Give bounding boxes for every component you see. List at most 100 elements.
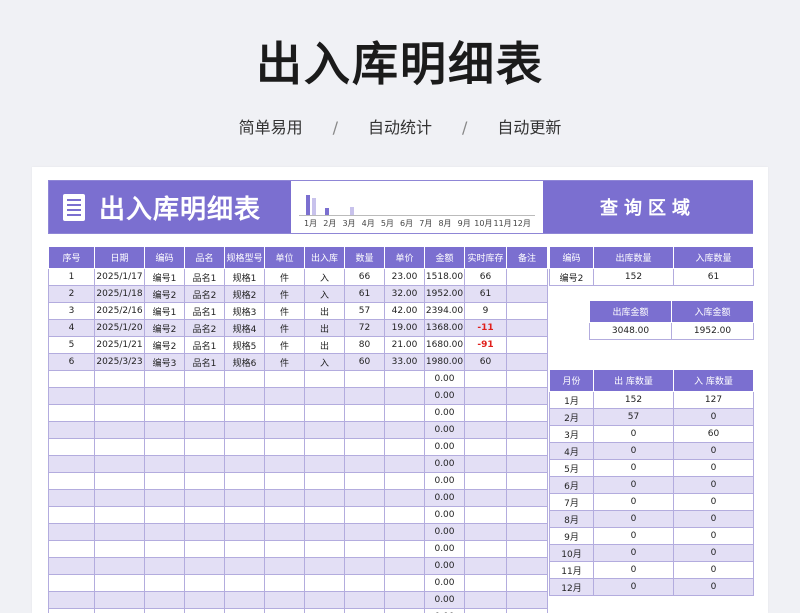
table-cell[interactable] xyxy=(344,455,385,473)
table-cell[interactable]: 61 xyxy=(464,285,507,303)
table-cell[interactable]: 0.00 xyxy=(424,523,465,541)
table-cell[interactable] xyxy=(304,370,345,388)
table-cell[interactable] xyxy=(384,557,425,575)
table-cell[interactable] xyxy=(304,574,345,592)
table-cell[interactable]: 0.00 xyxy=(424,421,465,439)
table-cell[interactable] xyxy=(344,591,385,609)
table-cell[interactable]: 规格5 xyxy=(224,336,265,354)
table-cell[interactable]: 编号1 xyxy=(144,302,185,320)
table-cell[interactable] xyxy=(506,557,548,575)
table-cell[interactable] xyxy=(344,404,385,422)
table-cell[interactable] xyxy=(144,608,185,613)
table-cell[interactable] xyxy=(344,472,385,490)
table-cell[interactable] xyxy=(184,404,225,422)
table-cell[interactable]: 1980.00 xyxy=(424,353,465,371)
table-cell[interactable]: 出 xyxy=(304,302,345,320)
table-cell[interactable]: 1518.00 xyxy=(424,268,465,286)
table-cell[interactable] xyxy=(184,370,225,388)
table-cell[interactable]: 0.00 xyxy=(424,472,465,490)
table-cell[interactable] xyxy=(304,421,345,439)
table-cell[interactable] xyxy=(184,574,225,592)
table-cell[interactable] xyxy=(506,438,548,456)
table-cell[interactable]: 入 xyxy=(304,268,345,286)
table-cell[interactable] xyxy=(184,557,225,575)
table-cell[interactable]: 件 xyxy=(264,302,305,320)
table-cell[interactable]: 1368.00 xyxy=(424,319,465,337)
table-cell[interactable] xyxy=(304,506,345,524)
table-cell[interactable]: 9 xyxy=(464,302,507,320)
table-cell[interactable] xyxy=(94,421,145,439)
table-cell[interactable] xyxy=(144,455,185,473)
table-cell[interactable] xyxy=(344,489,385,507)
table-cell[interactable] xyxy=(94,472,145,490)
table-cell[interactable]: 0.00 xyxy=(424,540,465,558)
table-cell[interactable]: 出 xyxy=(304,336,345,354)
table-cell[interactable] xyxy=(304,472,345,490)
table-cell[interactable] xyxy=(384,489,425,507)
table-cell[interactable]: 规格4 xyxy=(224,319,265,337)
table-cell[interactable] xyxy=(264,523,305,541)
table-cell[interactable]: 19.00 xyxy=(384,319,425,337)
table-cell[interactable] xyxy=(184,591,225,609)
table-cell[interactable] xyxy=(506,370,548,388)
table-cell[interactable] xyxy=(344,506,385,524)
table-cell[interactable] xyxy=(144,557,185,575)
table-cell[interactable] xyxy=(464,557,507,575)
table-cell[interactable] xyxy=(344,574,385,592)
table-cell[interactable] xyxy=(94,557,145,575)
table-cell[interactable] xyxy=(344,438,385,456)
table-cell[interactable] xyxy=(48,489,95,507)
table-cell[interactable] xyxy=(344,387,385,405)
table-cell[interactable] xyxy=(384,404,425,422)
table-cell[interactable] xyxy=(464,370,507,388)
table-cell[interactable] xyxy=(184,489,225,507)
table-cell[interactable]: 23.00 xyxy=(384,268,425,286)
table-cell[interactable]: 6 xyxy=(48,353,95,371)
table-cell[interactable]: 1952.00 xyxy=(424,285,465,303)
table-cell[interactable] xyxy=(224,455,265,473)
table-cell[interactable] xyxy=(94,608,145,613)
table-cell[interactable] xyxy=(224,608,265,613)
table-cell[interactable] xyxy=(94,591,145,609)
table-cell[interactable]: 0.00 xyxy=(424,387,465,405)
table-cell[interactable] xyxy=(506,608,548,613)
table-cell[interactable] xyxy=(464,489,507,507)
table-cell[interactable] xyxy=(506,506,548,524)
table-cell[interactable]: 0.00 xyxy=(424,455,465,473)
table-cell[interactable] xyxy=(224,506,265,524)
table-cell[interactable] xyxy=(48,591,95,609)
table-cell[interactable] xyxy=(144,523,185,541)
table-cell[interactable] xyxy=(94,438,145,456)
table-cell[interactable] xyxy=(344,523,385,541)
table-cell[interactable] xyxy=(264,591,305,609)
table-cell[interactable] xyxy=(94,404,145,422)
table-cell[interactable] xyxy=(464,540,507,558)
table-cell[interactable] xyxy=(264,455,305,473)
table-cell[interactable] xyxy=(506,336,548,354)
table-cell[interactable]: 66 xyxy=(344,268,385,286)
table-cell[interactable] xyxy=(506,302,548,320)
table-cell[interactable] xyxy=(94,455,145,473)
table-cell[interactable] xyxy=(464,591,507,609)
table-cell[interactable]: 编号2 xyxy=(144,336,185,354)
table-cell[interactable]: 品名2 xyxy=(184,319,225,337)
table-cell[interactable] xyxy=(506,540,548,558)
table-cell[interactable] xyxy=(144,370,185,388)
table-cell[interactable]: 1 xyxy=(48,268,95,286)
table-cell[interactable]: 0.00 xyxy=(424,574,465,592)
table-cell[interactable]: 60 xyxy=(464,353,507,371)
table-cell[interactable] xyxy=(304,557,345,575)
table-cell[interactable]: 0.00 xyxy=(424,404,465,422)
table-cell[interactable] xyxy=(264,574,305,592)
table-cell[interactable] xyxy=(344,370,385,388)
code-query-input[interactable]: 编号2 xyxy=(549,268,594,286)
table-cell[interactable] xyxy=(48,472,95,490)
table-cell[interactable] xyxy=(304,387,345,405)
table-cell[interactable]: 规格1 xyxy=(224,268,265,286)
table-cell[interactable] xyxy=(344,608,385,613)
table-cell[interactable]: 21.00 xyxy=(384,336,425,354)
table-cell[interactable] xyxy=(464,523,507,541)
table-cell[interactable]: 2025/3/23 xyxy=(94,353,145,371)
table-cell[interactable] xyxy=(144,387,185,405)
table-cell[interactable] xyxy=(224,472,265,490)
